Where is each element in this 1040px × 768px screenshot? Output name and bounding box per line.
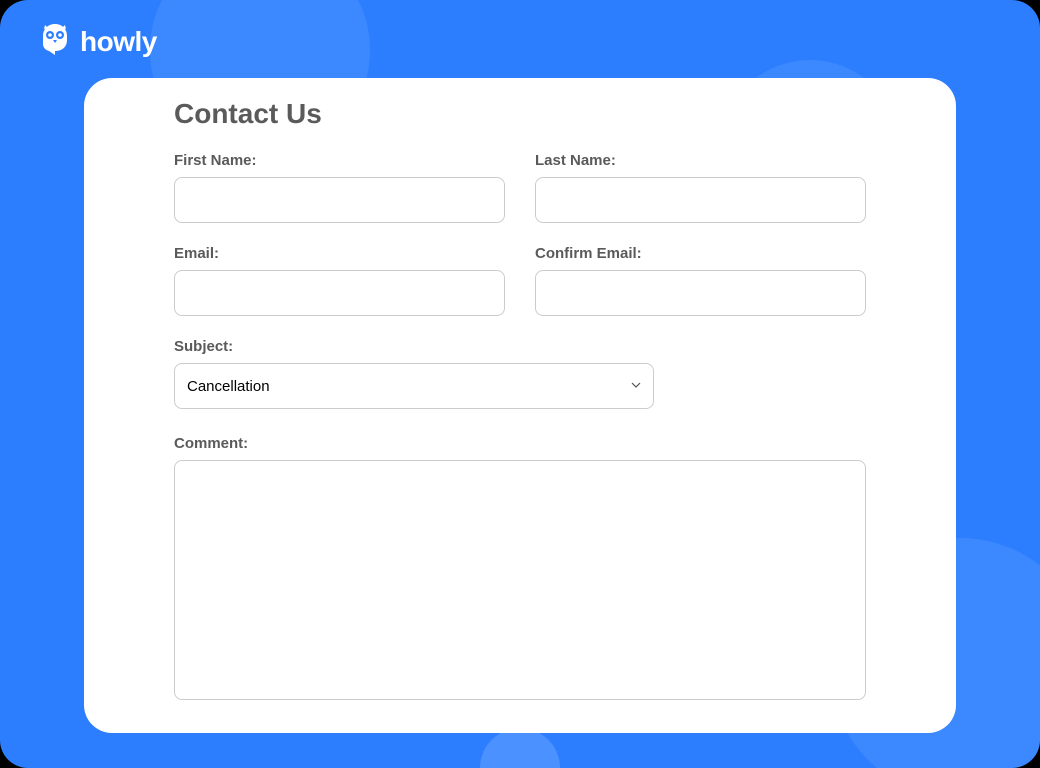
last-name-input[interactable]	[535, 177, 866, 223]
contact-form-card: Contact Us First Name: Last Name: Email:…	[84, 78, 956, 733]
email-input[interactable]	[174, 270, 505, 316]
confirm-email-label: Confirm Email:	[535, 245, 866, 262]
page-title: Contact Us	[174, 98, 866, 130]
comment-textarea[interactable]	[174, 460, 866, 700]
name-row: First Name: Last Name:	[174, 152, 866, 223]
confirm-email-group: Confirm Email:	[535, 245, 866, 316]
email-row: Email: Confirm Email:	[174, 245, 866, 316]
bg-decoration	[480, 728, 560, 768]
chevron-down-icon	[631, 377, 641, 395]
last-name-label: Last Name:	[535, 152, 866, 169]
email-group: Email:	[174, 245, 505, 316]
comment-label: Comment:	[174, 435, 866, 452]
confirm-email-input[interactable]	[535, 270, 866, 316]
last-name-group: Last Name:	[535, 152, 866, 223]
subject-selected-value: Cancellation	[187, 378, 270, 395]
subject-select[interactable]: Cancellation	[174, 363, 654, 409]
brand-logo: howly	[38, 22, 157, 61]
first-name-group: First Name:	[174, 152, 505, 223]
subject-group: Subject: Cancellation	[174, 338, 866, 409]
app-frame: howly Contact Us First Name: Last Name: …	[0, 0, 1040, 768]
first-name-label: First Name:	[174, 152, 505, 169]
brand-name: howly	[80, 26, 157, 58]
first-name-input[interactable]	[174, 177, 505, 223]
owl-icon	[38, 22, 72, 61]
subject-label: Subject:	[174, 338, 866, 355]
comment-group: Comment:	[174, 435, 866, 700]
email-label: Email:	[174, 245, 505, 262]
